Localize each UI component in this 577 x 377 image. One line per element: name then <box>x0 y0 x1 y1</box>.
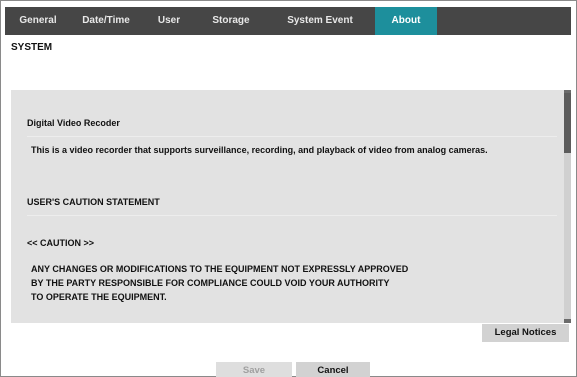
legal-notices-button[interactable]: Legal Notices <box>482 324 569 342</box>
caution-text-line: TO OPERATE THE EQUIPMENT. <box>31 292 167 302</box>
divider <box>27 136 557 137</box>
caution-heading: USER'S CAUTION STATEMENT <box>27 197 160 207</box>
caution-label: << CAUTION >> <box>27 238 95 248</box>
tab-system-event[interactable]: System Event <box>265 7 375 35</box>
caution-text-line: BY THE PARTY RESPONSIBLE FOR COMPLIANCE … <box>31 278 390 288</box>
tab-general[interactable]: General <box>5 7 71 35</box>
settings-window: General Date/Time User Storage System Ev… <box>0 0 577 377</box>
tab-about[interactable]: About <box>375 7 437 35</box>
save-button[interactable]: Save <box>216 362 292 377</box>
scrollbar-thumb[interactable] <box>564 93 571 153</box>
cancel-button[interactable]: Cancel <box>296 362 370 377</box>
divider <box>27 215 557 216</box>
tab-bar: General Date/Time User Storage System Ev… <box>5 7 571 35</box>
tab-date-time[interactable]: Date/Time <box>71 7 141 35</box>
about-content-panel: Digital Video Recoder This is a video re… <box>11 90 571 323</box>
tab-user[interactable]: User <box>141 7 197 35</box>
scroll-down-arrow[interactable] <box>564 319 571 323</box>
vertical-scrollbar[interactable] <box>564 90 571 323</box>
tab-storage[interactable]: Storage <box>197 7 265 35</box>
about-content-scroll-area[interactable]: Digital Video Recoder This is a video re… <box>11 90 559 323</box>
product-heading: Digital Video Recoder <box>27 118 120 128</box>
section-title: SYSTEM <box>11 42 53 53</box>
product-description: This is a video recorder that supports s… <box>31 145 488 155</box>
caution-text-line: ANY CHANGES OR MODIFICATIONS TO THE EQUI… <box>31 264 409 274</box>
